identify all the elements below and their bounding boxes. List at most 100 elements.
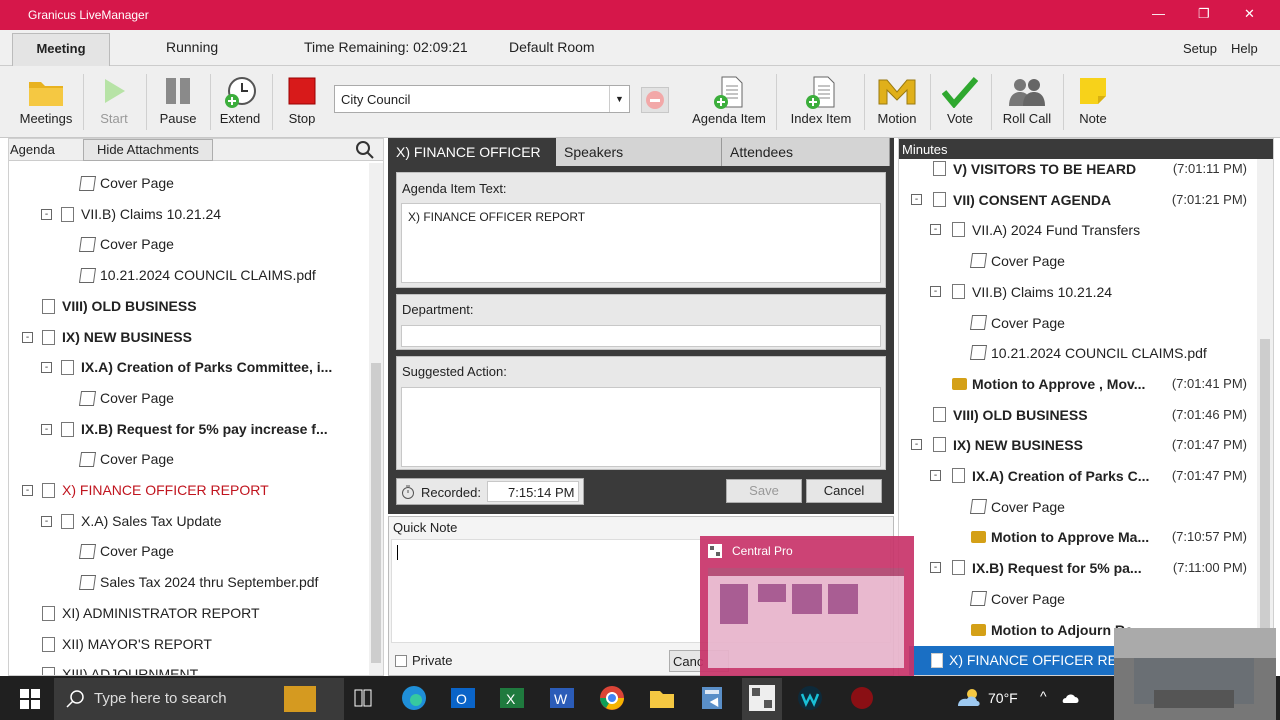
collapse-toggle-icon[interactable]: - xyxy=(22,485,33,496)
minimize-button[interactable]: — xyxy=(1152,6,1165,21)
tab-speakers[interactable]: Speakers xyxy=(556,138,722,166)
agenda-item-row[interactable]: - IX.B) Request for 5% pay increase f... xyxy=(9,415,367,443)
agenda-item-row[interactable]: - X.A) Sales Tax Update xyxy=(9,507,367,535)
department-field[interactable] xyxy=(401,325,881,347)
agenda-item-row[interactable]: Cover Page xyxy=(9,537,367,565)
agenda-item-row[interactable]: 10.21.2024 COUNCIL CLAIMS.pdf xyxy=(9,261,367,289)
minutes-item-row[interactable]: Motion to Approve Ma... (7:10:57 PM) xyxy=(899,522,1255,552)
tab-running[interactable]: Running xyxy=(166,32,218,68)
minutes-item-row[interactable]: - IX) NEW BUSINESS (7:01:47 PM) xyxy=(899,430,1255,460)
collapse-toggle-icon[interactable]: - xyxy=(930,285,941,297)
app-red-icon[interactable] xyxy=(848,684,876,712)
agenda-item-button[interactable]: Agenda Item xyxy=(688,66,770,138)
cancel-button[interactable]: Cancel xyxy=(806,479,882,503)
roll-call-button[interactable]: Roll Call xyxy=(996,66,1058,138)
agenda-item-row[interactable]: Cover Page xyxy=(9,230,367,258)
pause-button[interactable]: Pause xyxy=(152,66,204,138)
help-menu[interactable]: Help xyxy=(1231,34,1258,70)
vote-button[interactable]: Vote xyxy=(936,66,984,138)
save-button[interactable]: Save xyxy=(726,479,802,503)
index-item-button[interactable]: Index Item xyxy=(784,66,858,138)
onedrive-icon[interactable] xyxy=(1062,692,1080,704)
minutes-header: Minutes xyxy=(899,139,1273,159)
taskbar-search[interactable]: Type here to search xyxy=(54,678,344,720)
minutes-item-row[interactable]: Cover Page xyxy=(899,584,1255,614)
collapse-toggle-icon[interactable]: - xyxy=(41,208,52,220)
setup-menu[interactable]: Setup xyxy=(1183,34,1217,70)
agenda-item-row[interactable]: - X) FINANCE OFFICER REPORT xyxy=(9,476,367,504)
minutes-item-row[interactable]: 10.21.2024 COUNCIL CLAIMS.pdf xyxy=(899,338,1255,368)
agenda-item-row[interactable]: Cover Page xyxy=(9,445,367,473)
minutes-item-row[interactable]: Cover Page xyxy=(899,246,1255,276)
private-checkbox[interactable] xyxy=(395,655,407,667)
recorded-label: Recorded: xyxy=(421,485,481,500)
collapse-toggle-icon[interactable]: - xyxy=(911,439,922,451)
collapse-toggle-icon[interactable]: - xyxy=(930,562,941,574)
meeting-select[interactable]: City Council ▼ xyxy=(334,85,630,113)
central-pro-preview[interactable]: Central Pro xyxy=(700,536,914,676)
file-explorer-icon[interactable] xyxy=(648,684,676,712)
tab-item-detail[interactable]: X) FINANCE OFFICER R... xyxy=(388,138,556,188)
central-pro-taskbar-button[interactable] xyxy=(742,678,782,720)
collapse-toggle-icon[interactable]: - xyxy=(911,193,922,205)
minutes-item-row[interactable]: Cover Page xyxy=(899,492,1255,522)
add-index-icon xyxy=(806,76,835,109)
minutes-scrollbar[interactable] xyxy=(1257,159,1273,645)
collapse-toggle-icon[interactable]: - xyxy=(930,224,941,236)
webex-icon[interactable] xyxy=(796,684,824,712)
collapse-toggle-icon[interactable]: - xyxy=(930,470,941,481)
document-icon xyxy=(933,191,946,207)
collapse-toggle-icon[interactable]: - xyxy=(41,515,52,527)
chevron-up-icon[interactable]: ^ xyxy=(1040,688,1047,704)
extend-button[interactable]: Extend xyxy=(214,66,266,138)
attachment-icon xyxy=(78,544,97,560)
close-button[interactable]: ✕ xyxy=(1244,6,1255,22)
note-button[interactable]: Note xyxy=(1068,66,1118,138)
collapse-toggle-icon[interactable]: - xyxy=(41,423,52,435)
tab-attendees[interactable]: Attendees xyxy=(722,138,890,166)
chrome-icon[interactable] xyxy=(598,684,626,712)
minutes-item-row[interactable]: - IX.B) Request for 5% pa... (7:11:00 PM) xyxy=(899,553,1255,583)
minutes-item-row[interactable]: Motion to Approve , Mov... (7:01:41 PM) xyxy=(899,369,1255,399)
preview-title: Central Pro xyxy=(732,544,793,558)
collapse-toggle-icon[interactable]: - xyxy=(22,331,33,343)
agenda-item-row[interactable]: Cover Page xyxy=(9,169,367,197)
suggested-action-field[interactable] xyxy=(401,387,881,467)
motion-button[interactable]: Motion xyxy=(870,66,924,138)
tab-meeting[interactable]: Meeting xyxy=(12,33,110,66)
minutes-item-row[interactable]: - IX.A) Creation of Parks C... (7:01:47 PM… xyxy=(899,461,1255,491)
outlook-icon[interactable]: O xyxy=(449,684,477,712)
agenda-item-row[interactable]: XI) ADMINISTRATOR REPORT xyxy=(9,599,367,627)
collapse-toggle-icon[interactable]: - xyxy=(41,362,52,374)
agenda-scrollbar[interactable] xyxy=(369,163,383,675)
edge-icon[interactable] xyxy=(400,684,428,712)
minutes-item-row[interactable]: Cover Page xyxy=(899,308,1255,338)
agenda-item-row[interactable]: XII) MAYOR'S REPORT xyxy=(9,630,367,658)
minutes-item-row[interactable]: V) VISITORS TO BE HEARD (7:01:11 PM) xyxy=(899,159,1255,184)
agenda-item-row[interactable]: - IX) NEW BUSINESS xyxy=(9,323,367,351)
minutes-item-row[interactable]: - VII.A) 2024 Fund Transfers xyxy=(899,215,1255,245)
start-button[interactable]: Start xyxy=(88,66,140,138)
task-view-icon[interactable] xyxy=(354,689,372,707)
agenda-item-row[interactable]: - IX.A) Creation of Parks Committee, i... xyxy=(9,353,367,381)
excel-icon[interactable]: X xyxy=(498,684,526,712)
search-icon[interactable] xyxy=(355,140,375,160)
chevron-down-icon[interactable]: ▼ xyxy=(609,86,629,112)
agenda-item-text-field[interactable]: X) FINANCE OFFICER REPORT xyxy=(401,203,881,283)
stop-button[interactable]: Stop xyxy=(278,66,326,138)
minutes-item-row[interactable]: - VII.B) Claims 10.21.24 xyxy=(899,277,1255,307)
agenda-item-row[interactable]: - VII.B) Claims 10.21.24 xyxy=(9,200,367,228)
meetings-button[interactable]: Meetings xyxy=(14,66,78,138)
recorded-time-field[interactable]: 7:15:14 PM xyxy=(487,481,579,502)
remove-button[interactable] xyxy=(641,87,669,113)
restore-button[interactable]: ❐ xyxy=(1198,6,1210,22)
windows-start-icon[interactable] xyxy=(20,689,40,709)
agenda-item-row[interactable]: Cover Page xyxy=(9,384,367,412)
minutes-item-row[interactable]: - VII) CONSENT AGENDA (7:01:21 PM) xyxy=(899,185,1255,215)
agenda-item-row[interactable]: XIII) ADJOURNMENT xyxy=(9,660,367,675)
hide-attachments-button[interactable]: Hide Attachments xyxy=(83,139,213,161)
agenda-item-row[interactable]: VIII) OLD BUSINESS xyxy=(9,292,367,320)
agenda-item-row[interactable]: Sales Tax 2024 thru September.pdf xyxy=(9,568,367,596)
word-icon[interactable]: W xyxy=(548,684,576,712)
minutes-item-row[interactable]: VIII) OLD BUSINESS (7:01:46 PM) xyxy=(899,400,1255,430)
